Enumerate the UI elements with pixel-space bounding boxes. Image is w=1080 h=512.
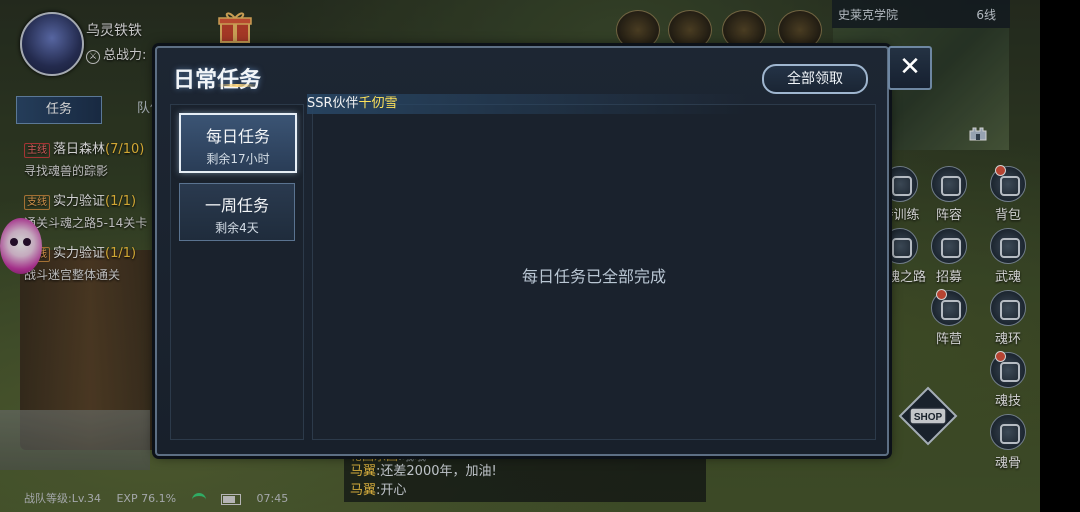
daily-task-dialog: 日常任务 全部领取 每日任务 剩余17小时 一周任务 剩余4天 每日任务已全部完… [155,46,889,456]
close-button[interactable]: ✕ [888,46,932,90]
task-content-panel: 每日任务已全部完成 [312,104,876,440]
empty-message: 每日任务已全部完成 [521,267,666,286]
task-tab-name: 每日任务 [205,127,270,146]
task-tab-name: 一周任务 [204,196,269,215]
task-tab-time: 剩余4天 [215,221,259,235]
claim-all-button[interactable]: 全部领取 [762,64,868,94]
title-sparkle [217,84,257,87]
announcement-ticker: SSR伙伴千仞雪 [307,94,747,114]
tab-daily-tasks[interactable]: 每日任务 剩余17小时 [179,113,297,173]
ticker-text: SSR伙伴 [307,96,359,111]
task-tab-time: 剩余17小时 [206,152,270,166]
ticker-highlight: 千仞雪 [358,96,398,111]
screen-edge [1040,0,1080,512]
task-tab-panel: 每日任务 剩余17小时 一周任务 剩余4天 [170,104,304,440]
dialog-title: 日常任务 [173,68,262,93]
tab-weekly-tasks[interactable]: 一周任务 剩余4天 [179,183,295,241]
